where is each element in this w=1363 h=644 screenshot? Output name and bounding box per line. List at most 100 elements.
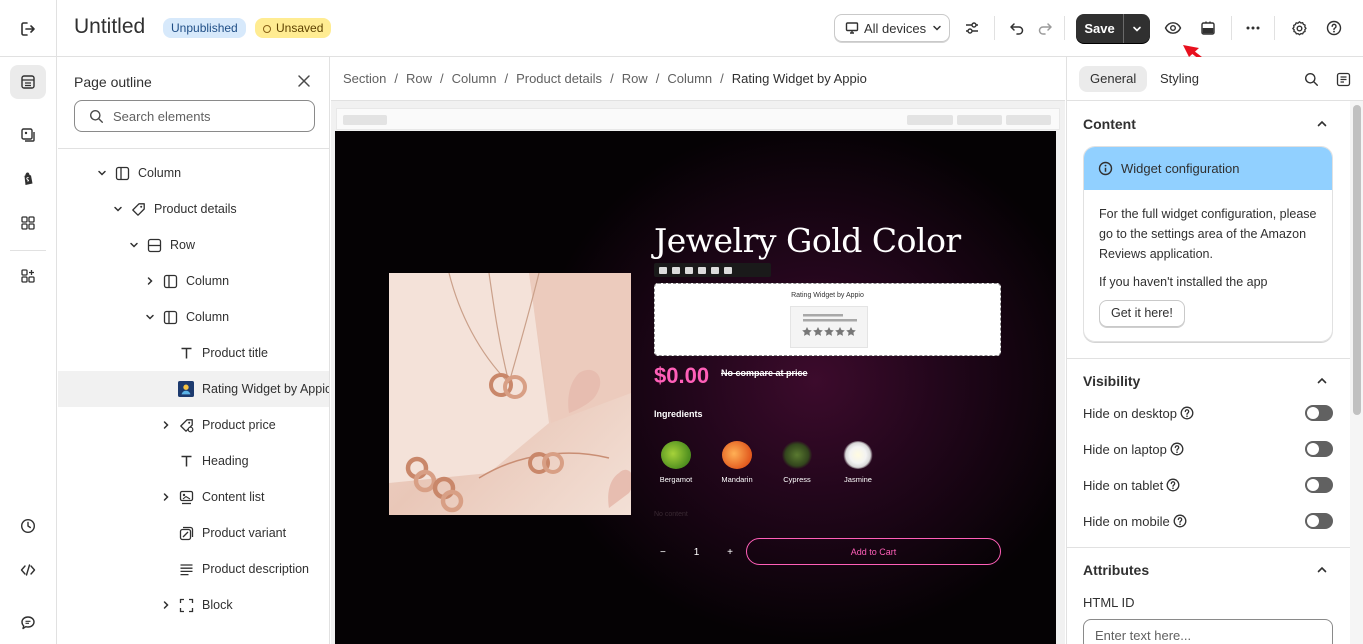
- add-to-cart-button[interactable]: Add to Cart: [746, 538, 1001, 565]
- search-placeholder: Search elements: [113, 108, 211, 124]
- preview-eye-icon[interactable]: [1159, 14, 1187, 42]
- store-preview: Jewelry Gold Color Rating Widget by Appi…: [335, 131, 1056, 644]
- code-icon[interactable]: [10, 553, 46, 587]
- unsaved-dot-icon: [263, 25, 271, 33]
- save-button[interactable]: Save: [1076, 14, 1124, 43]
- shopify-icon[interactable]: [10, 162, 46, 196]
- settings-gear-icon[interactable]: [1285, 14, 1313, 42]
- breadcrumb-current: Rating Widget by Appio: [731, 71, 867, 86]
- copy-icon[interactable]: [698, 266, 706, 274]
- page-title: Untitled: [74, 15, 146, 38]
- help-circle-icon[interactable]: [1166, 478, 1180, 492]
- chevron-down-icon[interactable]: [110, 201, 126, 217]
- chevron-up-icon[interactable]: [1315, 374, 1329, 393]
- tree-item-product-details[interactable]: Product details: [58, 191, 329, 227]
- hide-desktop-toggle[interactable]: [1305, 405, 1333, 421]
- close-icon[interactable]: [296, 73, 312, 94]
- help-circle-icon[interactable]: [1170, 442, 1184, 456]
- hide-laptop-toggle[interactable]: [1305, 441, 1333, 457]
- tree-item-label: Row: [170, 238, 196, 252]
- tree-item-label: Column: [186, 310, 230, 324]
- tab-styling[interactable]: Styling: [1149, 66, 1210, 92]
- chat-icon[interactable]: [10, 606, 46, 640]
- rating-widget[interactable]: Rating Widget by Appio: [654, 283, 1001, 356]
- quantity-value[interactable]: 1: [694, 547, 700, 558]
- chevron-up-icon[interactable]: [1315, 117, 1329, 136]
- save-options-chevron-icon[interactable]: [1124, 14, 1150, 43]
- elements-icon[interactable]: [10, 118, 46, 152]
- tree-item-column[interactable]: Column: [58, 299, 329, 335]
- history-clock-icon[interactable]: [10, 509, 46, 543]
- publish-icon[interactable]: [1194, 14, 1222, 42]
- product-image[interactable]: [389, 273, 631, 515]
- quantity-minus-button[interactable]: −: [660, 547, 666, 558]
- hide-tablet-toggle[interactable]: [1305, 477, 1333, 493]
- breadcrumb-item[interactable]: Row: [622, 71, 648, 86]
- search-icon[interactable]: [1297, 65, 1325, 93]
- element-toolbar[interactable]: [654, 263, 771, 277]
- page-outline-icon[interactable]: [10, 65, 46, 99]
- chevron-right-icon[interactable]: [158, 417, 174, 433]
- delete-icon[interactable]: [685, 266, 693, 274]
- scrollbar-thumb[interactable]: [1353, 105, 1361, 415]
- more-icon[interactable]: [1239, 14, 1267, 42]
- help-circle-icon[interactable]: [1173, 514, 1187, 528]
- no-content-text: No content: [654, 511, 688, 518]
- cypress-icon: [782, 441, 812, 469]
- breadcrumb-item[interactable]: Row: [406, 71, 432, 86]
- product-title[interactable]: Jewelry Gold Color: [654, 221, 961, 260]
- attributes-section-title[interactable]: Attributes: [1083, 562, 1149, 578]
- quantity-plus-button[interactable]: +: [727, 547, 733, 558]
- add-app-icon[interactable]: [10, 259, 46, 293]
- left-rail: [0, 57, 57, 644]
- tree-item-rating-widget[interactable]: Rating Widget by Appio: [58, 371, 329, 407]
- breadcrumb-item[interactable]: Column: [667, 71, 712, 86]
- settings-scrollbar[interactable]: [1350, 101, 1363, 644]
- redo-icon[interactable]: [1031, 14, 1059, 42]
- hide-mobile-label: Hide on mobile: [1083, 513, 1170, 529]
- chevron-right-icon[interactable]: [158, 489, 174, 505]
- tree-item-block[interactable]: Block: [58, 587, 329, 623]
- tree-item-product-price[interactable]: Product price: [58, 407, 329, 443]
- help-icon[interactable]: [1320, 14, 1348, 42]
- tree-item-product-variant[interactable]: Product variant: [58, 515, 329, 551]
- tree-item-heading[interactable]: Heading: [58, 443, 329, 479]
- get-it-here-button[interactable]: Get it here!: [1099, 300, 1185, 327]
- breadcrumb-item[interactable]: Column: [452, 71, 497, 86]
- chevron-up-icon[interactable]: [1315, 563, 1329, 582]
- hide-mobile-toggle[interactable]: [1305, 513, 1333, 529]
- tab-general[interactable]: General: [1079, 66, 1148, 92]
- widget-label: Rating Widget by Appio: [791, 292, 864, 299]
- mandarin-icon: [722, 441, 752, 469]
- move-icon[interactable]: [659, 266, 667, 274]
- tree-item-product-description[interactable]: Product description: [58, 551, 329, 587]
- html-id-input[interactable]: Enter text here...: [1083, 619, 1333, 644]
- undo-icon[interactable]: [1003, 14, 1031, 42]
- tree-item-content-list[interactable]: Content list: [58, 479, 329, 515]
- chevron-right-icon[interactable]: [158, 597, 174, 613]
- tree-item-product-title[interactable]: Product title: [58, 335, 329, 371]
- apps-grid-icon[interactable]: [10, 206, 46, 240]
- paste-icon[interactable]: [711, 266, 719, 274]
- chevron-down-icon[interactable]: [126, 237, 142, 253]
- breadcrumb-item[interactable]: Section: [343, 71, 386, 86]
- tree-item-column[interactable]: Column: [58, 263, 329, 299]
- chevron-down-icon[interactable]: [94, 165, 110, 181]
- exit-icon[interactable]: [0, 0, 57, 57]
- duplicate-icon[interactable]: [672, 266, 680, 274]
- adjust-icon[interactable]: [958, 14, 986, 42]
- tree-item-row[interactable]: Row: [58, 227, 329, 263]
- device-select[interactable]: All devices: [834, 14, 950, 42]
- visibility-section-title[interactable]: Visibility: [1083, 373, 1140, 389]
- notes-icon[interactable]: [1329, 65, 1357, 93]
- content-section-title[interactable]: Content: [1083, 116, 1136, 132]
- help-circle-icon[interactable]: [1180, 406, 1194, 420]
- chevron-down-icon[interactable]: [142, 309, 158, 325]
- collapse-icon[interactable]: [724, 266, 732, 274]
- tree-item-column[interactable]: Column: [58, 155, 329, 191]
- quantity-stepper[interactable]: − 1 +: [654, 539, 739, 565]
- ingredient-item: Mandarin: [709, 441, 765, 484]
- chevron-right-icon[interactable]: [142, 273, 158, 289]
- breadcrumb-item[interactable]: Product details: [516, 71, 602, 86]
- search-input[interactable]: Search elements: [74, 100, 315, 132]
